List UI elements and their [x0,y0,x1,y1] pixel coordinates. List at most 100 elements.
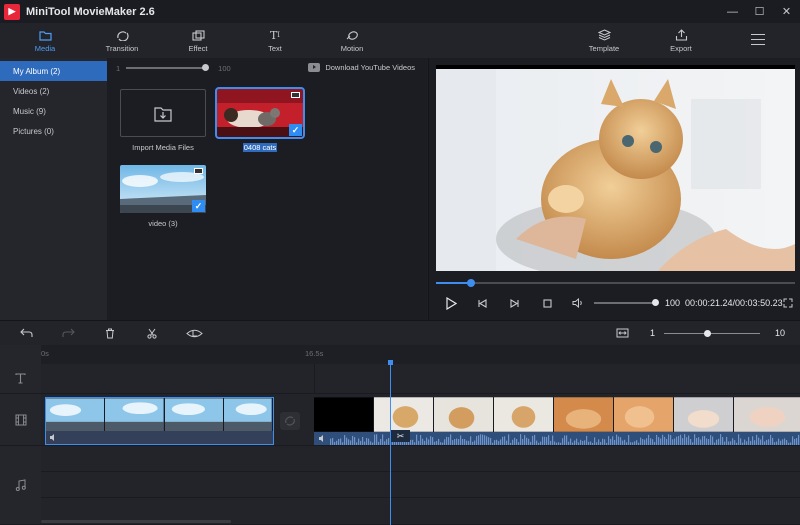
maximize-button[interactable]: ☐ [746,0,773,23]
minimize-button[interactable]: — [719,0,746,23]
tab-transition[interactable]: Transition [98,23,146,58]
waveform-bar [528,438,530,445]
clip-audio-icon [319,435,323,442]
waveform-bar [744,439,746,445]
import-media-box[interactable] [120,89,206,137]
tab-motion[interactable]: Motion [329,23,375,58]
video-clip-cats[interactable] [314,397,800,445]
delete-button[interactable] [102,326,118,340]
split-marker-icon[interactable]: ✂ [391,430,410,442]
waveform-bar [758,437,760,445]
waveform-bar [342,442,344,445]
redo-button[interactable] [60,326,76,340]
crop-button[interactable] [185,326,203,340]
waveform-bar [352,435,354,445]
waveform-bar [656,434,658,445]
waveform-bar [716,439,718,445]
preview-seek-bar[interactable] [436,279,795,287]
waveform-bar [594,437,596,445]
folder-icon [38,28,52,42]
waveform-bar [792,436,794,445]
transition-slot-icon [285,416,295,426]
waveform-bar [624,439,626,445]
fullscreen-button[interactable] [781,294,795,312]
volume-handle[interactable] [652,299,659,306]
seek-handle[interactable] [467,279,476,287]
previous-frame-button[interactable] [475,294,489,312]
music-track-1[interactable] [41,446,800,472]
volume-button[interactable] [571,294,585,312]
media-tile-video-3[interactable]: ✓ video (3) [120,165,206,228]
waveform-bar [354,437,356,445]
video-clip-sky[interactable] [45,397,274,445]
split-button[interactable] [144,326,160,340]
tab-text[interactable]: TI Text [252,23,298,58]
waveform-bar [502,436,504,445]
export-icon [675,28,688,42]
undo-button[interactable] [18,326,34,340]
tab-effect[interactable]: Effect [175,23,221,58]
waveform-bar [372,442,374,445]
waveform-bar [456,438,458,445]
sidebar-item-music[interactable]: Music (9) [0,101,107,121]
download-youtube-button[interactable]: Download YouTube Videos [308,63,415,72]
waveform-bar [748,437,750,445]
stop-button[interactable] [540,294,554,312]
library-zoom-slider[interactable] [126,64,210,71]
close-button[interactable]: ✕ [773,0,800,23]
waveform-bar [608,436,610,445]
waveform-bar [626,442,628,445]
sidebar-item-label: Pictures [13,126,42,136]
tile-label: video (3) [148,219,178,228]
transition-slot[interactable] [280,412,300,430]
waveform-bar [486,436,488,445]
waveform-bar [664,436,666,445]
waveform-bar [382,434,384,445]
waveform-bar [732,438,734,445]
media-library: 1 100 Download YouTube Videos Import Med… [107,58,427,320]
waveform-bar [466,440,468,445]
video-track[interactable] [41,394,800,446]
volume-slider[interactable] [594,299,659,306]
timeline-ruler[interactable]: 0s 16.5s [0,345,800,364]
waveform-bar [694,434,696,445]
waveform-bar [676,436,678,445]
fit-timeline-button[interactable] [614,326,630,340]
media-tile-cats[interactable]: ✓ 0408 cats [215,87,305,152]
tab-media[interactable]: Media [22,23,68,58]
timeline-scrollbar[interactable] [41,520,231,523]
export-button[interactable]: Export [658,23,704,58]
play-button[interactable] [443,294,459,312]
template-button[interactable]: Template [580,23,628,58]
ruler-corner [0,345,41,364]
waveform-bar [746,441,748,445]
media-thumbnail[interactable]: ✓ [120,165,206,213]
waveform-bar [650,438,652,445]
waveform-bar [562,438,564,445]
media-thumbnail[interactable]: ✓ [215,87,305,139]
waveform-bar [660,438,662,445]
music-track-2[interactable] [41,472,800,498]
album-sidebar: My Album (2) Videos (2) Music (9) Pictur… [0,58,107,320]
waveform-bar [578,442,580,445]
tab-motion-label: Motion [340,44,364,53]
import-media-tile[interactable]: Import Media Files [120,89,206,152]
waveform-bar [700,439,702,445]
video-preview[interactable] [436,65,795,271]
sidebar-item-count: (2) [39,86,50,96]
waveform-bar [540,441,542,445]
next-frame-button[interactable] [507,294,521,312]
timeline-zoom-handle[interactable] [704,330,712,337]
waveform-bar [634,441,636,445]
text-track[interactable] [41,364,800,394]
library-zoom-handle[interactable] [202,64,210,71]
playhead-line[interactable] [390,364,391,525]
waveform-bar [750,440,752,445]
sidebar-item-videos[interactable]: Videos (2) [0,81,107,101]
waveform-bar [434,441,436,445]
sidebar-item-my-album[interactable]: My Album (2) [0,61,107,81]
hamburger-menu-icon[interactable] [751,34,765,45]
timeline-zoom-slider[interactable] [664,330,760,337]
waveform-bar [458,439,460,445]
sidebar-item-pictures[interactable]: Pictures (0) [0,121,107,141]
